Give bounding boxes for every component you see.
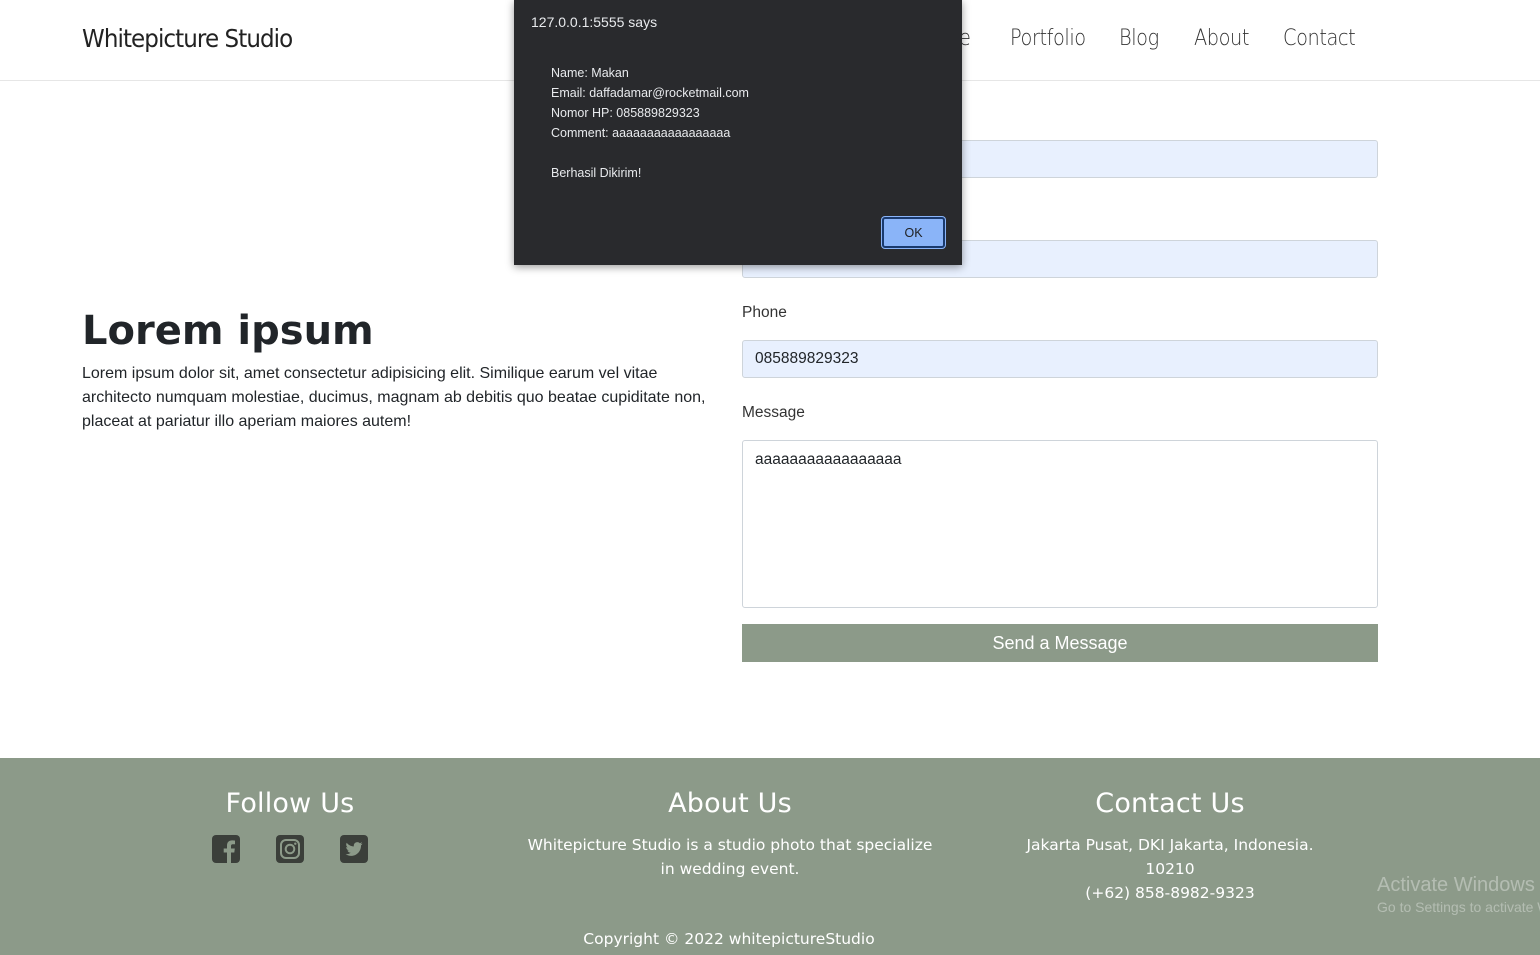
nav-link-about[interactable]: About [1194,26,1249,51]
watermark-line-2: Go to Settings to activate Windows. [1377,899,1540,915]
message-label: Message [742,404,805,421]
alert-line-name: Name: Makan [551,66,629,80]
copyright: Copyright © 2022 whitepictureStudio [583,930,875,948]
alert-line-blank [551,143,749,163]
footer-follow-section: Follow Us [180,788,400,863]
alert-line-email: Email: daffadamar@rocketmail.com [551,86,749,100]
alert-dialog: 127.0.0.1:5555 says Name: Makan Email: d… [514,0,962,265]
phone-label: Phone [742,304,787,321]
alert-line-phone: Nomor HP: 085889829323 [551,106,700,120]
contact-title: Contact Us [1095,788,1245,819]
follow-title: Follow Us [225,788,355,819]
message-field[interactable]: aaaaaaaaaaaaaaaaa [742,440,1378,608]
phone-field[interactable] [742,340,1378,378]
alert-title: 127.0.0.1:5555 says [531,14,658,30]
social-icons [180,835,400,863]
twitter-icon[interactable] [340,835,368,863]
alert-line-comment: Comment: aaaaaaaaaaaaaaaaa [551,126,731,140]
send-message-button[interactable]: Send a Message [742,624,1378,662]
contact-address: Jakarta Pusat, DKI Jakarta, Indonesia. 1… [1026,836,1314,878]
hero-text: Lorem ipsum dolor sit, amet consectetur … [82,365,706,430]
facebook-icon[interactable] [212,835,240,863]
hero-title: Lorem ipsum [82,308,374,354]
about-text: Whitepicture Studio is a studio photo th… [527,836,933,878]
footer-about-section: About Us Whitepicture Studio is a studio… [520,788,940,881]
instagram-icon[interactable] [276,835,304,863]
alert-line-status: Berhasil Dikirim! [551,166,642,180]
alert-message: Name: Makan Email: daffadamar@rocketmail… [551,63,749,183]
watermark-line-1: Activate Windows [1377,874,1535,896]
nav-link-portfolio[interactable]: Portfolio [1010,26,1086,51]
footer: Follow Us About Us Whitepicture Studio i… [0,758,1540,955]
alert-ok-button[interactable]: OK [882,217,945,248]
activate-windows-watermark: Activate Windows Go to Settings to activ… [1377,874,1540,915]
nav-link-contact[interactable]: Contact [1283,26,1356,51]
nav-link-blog[interactable]: Blog [1119,26,1159,51]
contact-phone: (+62) 858-8982-9323 [1085,884,1255,902]
footer-contact-section: Contact Us Jakarta Pusat, DKI Jakarta, I… [1000,788,1340,905]
about-title: About Us [668,788,792,819]
